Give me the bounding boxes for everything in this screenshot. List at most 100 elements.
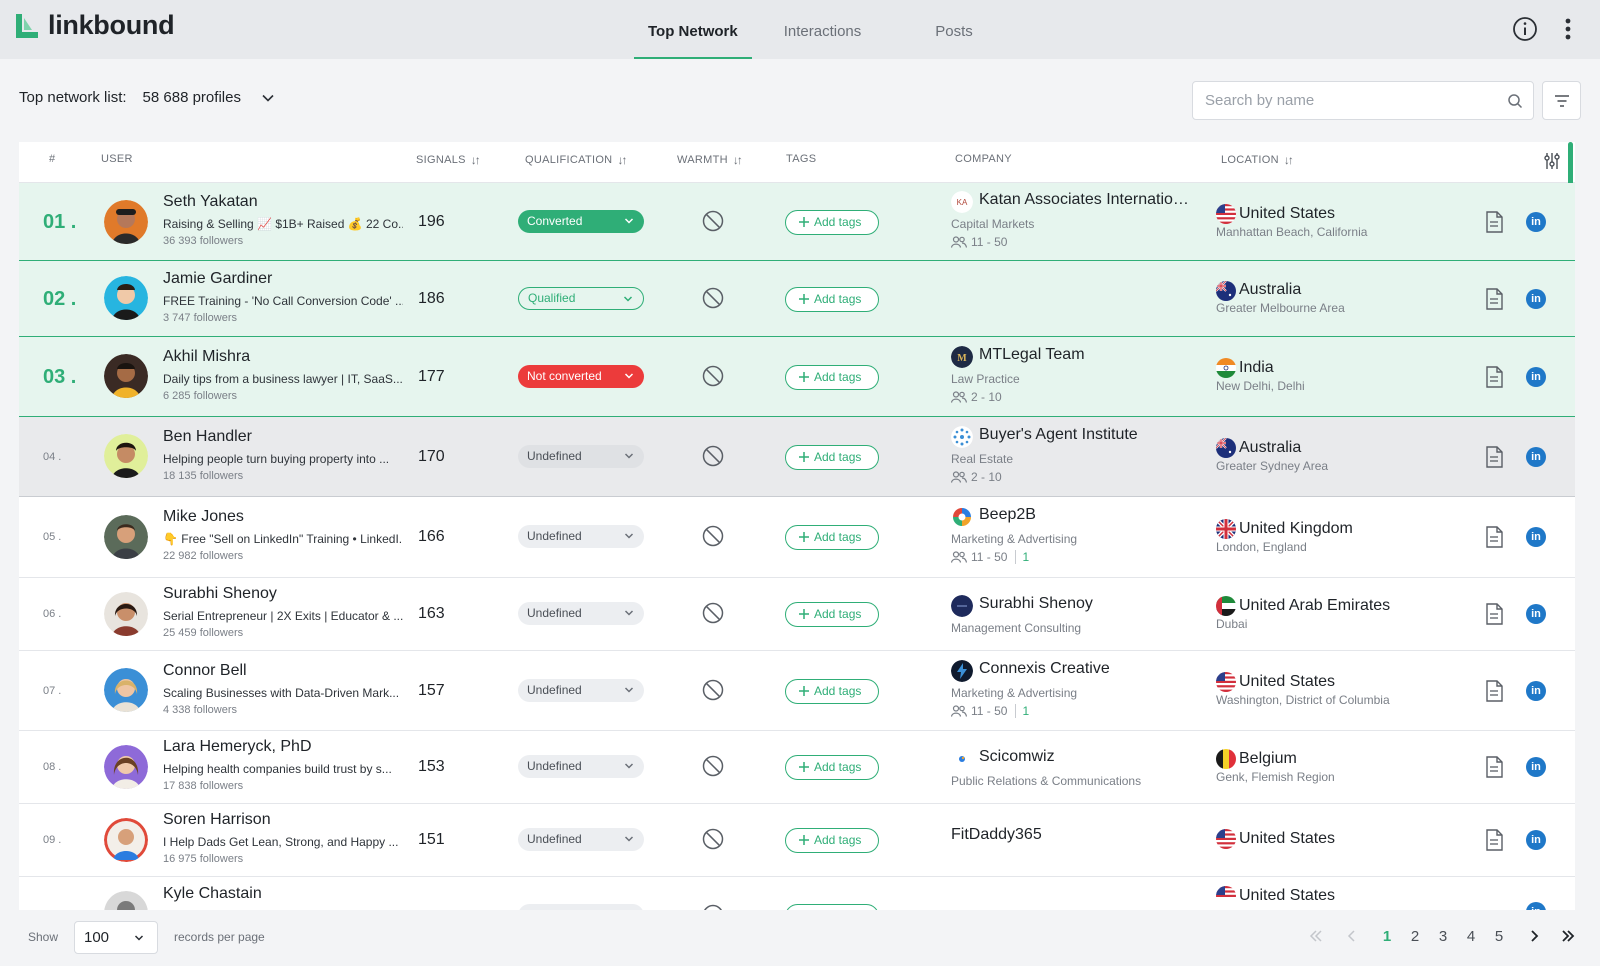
sort-icon[interactable]: ↓↑ xyxy=(1284,153,1294,167)
last-page-icon[interactable] xyxy=(1557,925,1579,947)
avatar[interactable] xyxy=(104,200,148,244)
user-name[interactable]: Ben Handler xyxy=(163,428,252,446)
sort-icon[interactable]: ↓↑ xyxy=(617,153,627,167)
warmth-none-icon[interactable] xyxy=(702,525,724,547)
add-tags-button[interactable]: Add tags xyxy=(785,210,879,235)
add-tags-button[interactable]: Add tags xyxy=(785,287,879,312)
qualification-dropdown[interactable]: Undefined xyxy=(518,679,644,702)
warmth-none-icon[interactable] xyxy=(702,755,724,777)
table-row[interactable]: 04 . Ben Handler Helping people turn buy… xyxy=(19,417,1575,497)
col-signals[interactable]: SIGNALS ↓↑ xyxy=(416,153,481,167)
col-warmth[interactable]: WARMTH ↓↑ xyxy=(677,153,743,167)
chevron-down-icon[interactable] xyxy=(261,91,275,105)
user-name[interactable]: Mike Jones xyxy=(163,508,244,526)
document-icon[interactable] xyxy=(1485,603,1503,625)
avatar[interactable] xyxy=(104,515,148,559)
warmth-none-icon[interactable] xyxy=(702,210,724,232)
document-icon[interactable] xyxy=(1485,526,1503,548)
company-name[interactable]: Buyer's Agent Institute xyxy=(979,426,1191,444)
info-icon[interactable] xyxy=(1512,16,1538,42)
company-name[interactable]: Beep2B xyxy=(979,506,1191,524)
table-row[interactable]: 01 . Seth Yakatan Raising & Selling 📈 $1… xyxy=(19,183,1575,261)
warmth-none-icon[interactable] xyxy=(702,828,724,850)
avatar[interactable] xyxy=(104,745,148,789)
linkedin-icon[interactable]: in xyxy=(1526,604,1546,624)
qualification-dropdown[interactable]: Qualified xyxy=(518,287,644,310)
warmth-none-icon[interactable] xyxy=(702,679,724,701)
warmth-none-icon[interactable] xyxy=(702,445,724,467)
add-tags-button[interactable]: Add tags xyxy=(785,679,879,704)
page-4[interactable]: 4 xyxy=(1457,928,1485,945)
user-name[interactable]: Surabhi Shenoy xyxy=(163,585,277,603)
col-qualification[interactable]: QUALIFICATION ↓↑ xyxy=(525,153,627,167)
add-tags-button[interactable]: Add tags xyxy=(785,755,879,780)
avatar[interactable] xyxy=(104,668,148,712)
next-page-icon[interactable] xyxy=(1523,925,1545,947)
page-2[interactable]: 2 xyxy=(1401,928,1429,945)
more-options-icon[interactable] xyxy=(1557,16,1579,42)
linkedin-icon[interactable]: in xyxy=(1526,212,1546,232)
warmth-none-icon[interactable] xyxy=(702,602,724,624)
user-name[interactable]: Jamie Gardiner xyxy=(163,270,272,288)
document-icon[interactable] xyxy=(1485,211,1503,233)
user-name[interactable]: Connor Bell xyxy=(163,662,247,680)
network-list-selector[interactable]: Top network list: 58 688 profiles xyxy=(19,89,275,106)
user-name[interactable]: Kyle Chastain xyxy=(163,885,262,903)
add-tags-button[interactable]: Add tags xyxy=(785,602,879,627)
search-icon[interactable] xyxy=(1507,93,1523,109)
document-icon[interactable] xyxy=(1485,680,1503,702)
add-tags-button[interactable]: Add tags xyxy=(785,445,879,470)
user-name[interactable]: Akhil Mishra xyxy=(163,348,250,366)
linkedin-icon[interactable]: in xyxy=(1526,527,1546,547)
qualification-dropdown[interactable]: Undefined xyxy=(518,755,644,778)
linkedin-icon[interactable]: in xyxy=(1526,681,1546,701)
sort-icon[interactable]: ↓↑ xyxy=(471,153,481,167)
document-icon[interactable] xyxy=(1485,446,1503,468)
linkedin-icon[interactable]: in xyxy=(1526,902,1546,910)
sort-icon[interactable]: ↓↑ xyxy=(733,153,743,167)
company-name[interactable]: Scicomwiz xyxy=(979,748,1191,766)
page-1[interactable]: 1 xyxy=(1373,928,1401,945)
avatar[interactable] xyxy=(104,891,148,910)
table-row[interactable]: Kyle Chastain United States in xyxy=(19,877,1575,910)
qualification-dropdown[interactable]: Undefined xyxy=(518,525,644,548)
avatar[interactable] xyxy=(104,434,148,478)
document-icon[interactable] xyxy=(1485,288,1503,310)
linkedin-icon[interactable]: in xyxy=(1526,367,1546,387)
table-row[interactable]: 06 . Surabhi Shenoy Serial Entrepreneur … xyxy=(19,578,1575,651)
page-3[interactable]: 3 xyxy=(1429,928,1457,945)
qualification-dropdown[interactable]: Converted xyxy=(518,210,644,233)
search-input[interactable] xyxy=(1193,82,1483,119)
avatar[interactable] xyxy=(104,354,148,398)
table-row[interactable]: 02 . Jamie Gardiner FREE Training - 'No … xyxy=(19,261,1575,337)
warmth-none-icon[interactable] xyxy=(702,365,724,387)
first-page-icon[interactable] xyxy=(1305,925,1327,947)
linkedin-icon[interactable]: in xyxy=(1526,289,1546,309)
table-row[interactable]: 05 . Mike Jones 👇 Free "Sell on LinkedIn… xyxy=(19,497,1575,578)
avatar[interactable] xyxy=(104,818,148,862)
prev-page-icon[interactable] xyxy=(1341,925,1363,947)
add-tags-button[interactable]: Add tags xyxy=(785,828,879,853)
table-row[interactable]: 07 . Connor Bell Scaling Businesses with… xyxy=(19,651,1575,731)
logo[interactable]: linkbound xyxy=(14,10,175,41)
linkedin-icon[interactable]: in xyxy=(1526,757,1546,777)
avatar[interactable] xyxy=(104,276,148,320)
page-5[interactable]: 5 xyxy=(1485,928,1513,945)
user-name[interactable]: Soren Harrison xyxy=(163,811,271,829)
column-settings-icon[interactable] xyxy=(1543,152,1561,170)
linkedin-icon[interactable]: in xyxy=(1526,447,1546,467)
avatar[interactable] xyxy=(104,592,148,636)
tab-interactions[interactable]: Interactions xyxy=(784,0,862,59)
records-per-page-select[interactable]: 100 xyxy=(74,921,158,954)
table-row[interactable]: 08 . Lara Hemeryck, PhD Helping health c… xyxy=(19,731,1575,804)
tab-top-network[interactable]: Top Network xyxy=(634,0,752,59)
qualification-dropdown[interactable]: Not converted xyxy=(518,365,644,388)
filter-button[interactable] xyxy=(1542,81,1581,120)
add-tags-button[interactable]: Add tags xyxy=(785,525,879,550)
tab-posts[interactable]: Posts xyxy=(935,0,973,59)
document-icon[interactable] xyxy=(1485,366,1503,388)
company-name[interactable]: FitDaddy365 xyxy=(951,826,1163,844)
qualification-dropdown[interactable]: Undefined xyxy=(518,828,644,851)
company-name[interactable]: MTLegal Team xyxy=(979,346,1191,364)
company-name[interactable]: Katan Associates Internation... xyxy=(979,191,1191,209)
